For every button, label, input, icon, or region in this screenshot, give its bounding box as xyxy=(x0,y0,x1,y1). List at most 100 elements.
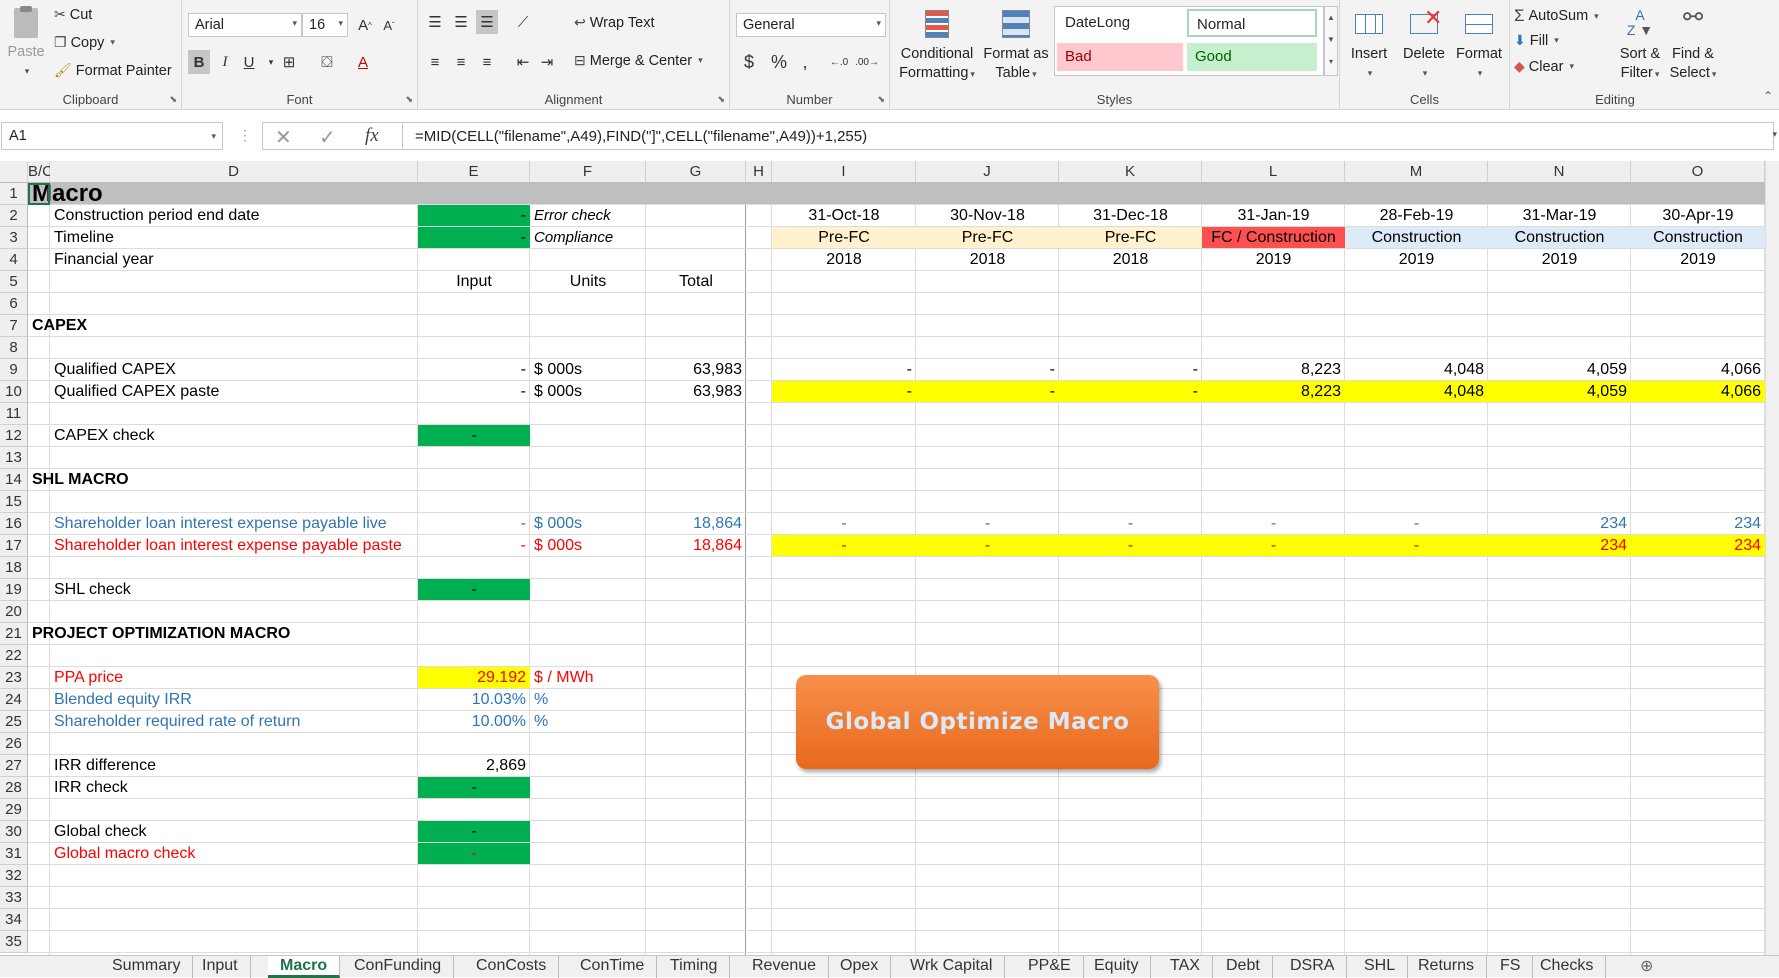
column-header[interactable]: D xyxy=(50,161,418,183)
row-header[interactable]: 27 xyxy=(0,755,28,777)
row-header[interactable]: 20 xyxy=(0,601,28,623)
fill-button[interactable]: ⬇ Fill ▾ xyxy=(1514,32,1559,49)
value-global-macro-check[interactable]: - xyxy=(418,843,530,865)
clipboard-launcher-icon[interactable]: ⬊ xyxy=(169,94,177,105)
format-button[interactable]: Format ▾ xyxy=(1452,8,1506,83)
sheet-tab[interactable]: DSRA xyxy=(1278,956,1348,978)
phase-cell[interactable]: Construction xyxy=(1488,227,1631,249)
row-header[interactable]: 34 xyxy=(0,909,28,931)
shl-paste-value[interactable]: - xyxy=(1059,535,1202,557)
orientation-icon[interactable]: ⟋ xyxy=(512,10,534,34)
shl-live-value[interactable]: - xyxy=(916,513,1059,535)
align-middle-icon[interactable]: ☰ xyxy=(450,10,472,34)
row-header[interactable]: 35 xyxy=(0,931,28,953)
align-bottom-icon[interactable]: ☰ xyxy=(476,10,498,34)
number-launcher-icon[interactable]: ⬊ xyxy=(877,94,885,105)
column-header[interactable]: K xyxy=(1059,161,1202,183)
column-header[interactable]: J xyxy=(916,161,1059,183)
number-format-select[interactable]: General ▾ xyxy=(736,13,886,37)
value-blended-irr[interactable]: 10.03% xyxy=(418,689,530,711)
total-shl-paste[interactable]: 18,864 xyxy=(646,535,746,557)
row-header[interactable]: 33 xyxy=(0,887,28,909)
format-painter-button[interactable]: 🖌 Format Painter xyxy=(54,62,172,79)
insert-function-icon[interactable]: fx xyxy=(365,125,379,147)
row-header[interactable]: 12 xyxy=(0,425,28,447)
column-header[interactable]: I xyxy=(772,161,916,183)
row-header[interactable]: 24 xyxy=(0,689,28,711)
capex-paste-value[interactable]: - xyxy=(772,381,916,403)
phase-cell[interactable]: Pre-FC xyxy=(1059,227,1202,249)
value-irr-difference[interactable]: 2,869 xyxy=(418,755,530,777)
more-options-icon[interactable]: ⋮ xyxy=(238,127,252,144)
clear-button[interactable]: ◆ Clear ▾ xyxy=(1514,58,1574,75)
currency-icon[interactable]: $ xyxy=(738,50,760,74)
row-header[interactable]: 17 xyxy=(0,535,28,557)
date-header[interactable]: 31-Mar-19 xyxy=(1488,205,1631,227)
row-header[interactable]: 4 xyxy=(0,249,28,271)
align-center-icon[interactable]: ≡ xyxy=(450,50,472,74)
sheet-tab[interactable]: Macro xyxy=(268,956,341,978)
column-header[interactable]: L xyxy=(1202,161,1345,183)
units-blended-irr[interactable]: % xyxy=(530,689,646,711)
value-shl-check[interactable]: - xyxy=(418,579,530,601)
sheet-tab[interactable]: Summary xyxy=(100,956,194,978)
label-shl-live[interactable]: Shareholder loan interest expense payabl… xyxy=(50,513,418,535)
units-ppa-price[interactable]: $ / MWh xyxy=(530,667,646,689)
year-cell[interactable]: 2019 xyxy=(1345,249,1488,271)
percent-icon[interactable]: % xyxy=(768,50,790,74)
select-all-corner[interactable] xyxy=(0,161,28,183)
input-qualified-capex[interactable]: - xyxy=(418,359,530,381)
value-required-return[interactable]: 10.00% xyxy=(418,711,530,733)
row-header[interactable]: 30 xyxy=(0,821,28,843)
align-right-icon[interactable]: ≡ xyxy=(476,50,498,74)
vertical-scrollbar[interactable] xyxy=(1765,161,1779,955)
label-ppa-price[interactable]: PPA price xyxy=(50,667,418,689)
label-qualified-capex[interactable]: Qualified CAPEX xyxy=(50,359,418,381)
sheet-tab[interactable]: PP&E xyxy=(1016,956,1084,978)
font-color-icon[interactable]: A xyxy=(352,50,374,74)
paste-button[interactable]: Paste ▾ xyxy=(4,6,48,81)
underline-button[interactable]: U xyxy=(238,50,260,74)
header-input[interactable]: Input xyxy=(418,271,530,293)
cut-button[interactable]: ✂ Cut xyxy=(54,6,92,23)
style-datelong[interactable]: DateLong xyxy=(1057,9,1183,37)
sheet-tab[interactable]: Debt xyxy=(1214,956,1273,978)
capex-value[interactable]: 4,066 xyxy=(1631,359,1765,381)
shl-paste-value[interactable]: 234 xyxy=(1488,535,1631,557)
borders-icon[interactable]: ⊞ xyxy=(278,50,300,74)
label-irr-difference[interactable]: IRR difference xyxy=(50,755,418,777)
sheet-tab[interactable]: TAX xyxy=(1158,956,1213,978)
header-units[interactable]: Units xyxy=(530,271,646,293)
worksheet-grid[interactable]: B/C D E F G H I J K L M N O 1 2 3 4 5 6 7 8 9 10 11 12 13 14 15 16 1… xyxy=(0,161,1779,955)
shl-live-value[interactable]: - xyxy=(772,513,916,535)
capex-value[interactable]: - xyxy=(772,359,916,381)
year-cell[interactable]: 2018 xyxy=(916,249,1059,271)
capex-value[interactable]: 4,059 xyxy=(1488,359,1631,381)
capex-value[interactable]: - xyxy=(916,359,1059,381)
row-header[interactable]: 16 xyxy=(0,513,28,535)
row-header[interactable]: 19 xyxy=(0,579,28,601)
units-qualified-capex[interactable]: $ 000s xyxy=(530,359,646,381)
row-header[interactable]: 13 xyxy=(0,447,28,469)
label-qualified-capex-paste[interactable]: Qualified CAPEX paste xyxy=(50,381,418,403)
value-capex-check[interactable]: - xyxy=(418,425,530,447)
row-header[interactable]: 14 xyxy=(0,469,28,491)
add-sheet-icon[interactable]: ⊕ xyxy=(1640,956,1653,976)
wrap-text-button[interactable]: ↩ Wrap Text xyxy=(574,14,654,31)
units-qualified-capex-paste[interactable]: $ 000s xyxy=(530,381,646,403)
row-header[interactable]: 28 xyxy=(0,777,28,799)
find-select-button[interactable]: ⚯ Find & Select ▾ xyxy=(1666,6,1720,84)
row-header[interactable]: 2 xyxy=(0,205,28,227)
capex-paste-value[interactable]: 4,048 xyxy=(1345,381,1488,403)
units-shl-live[interactable]: $ 000s xyxy=(530,513,646,535)
year-cell[interactable]: 2018 xyxy=(772,249,916,271)
phase-cell[interactable]: Pre-FC xyxy=(916,227,1059,249)
fill-color-icon[interactable]: ⛋ xyxy=(316,50,338,74)
row-header[interactable]: 1 xyxy=(0,183,28,205)
shl-paste-value[interactable]: - xyxy=(772,535,916,557)
value-construction-end[interactable]: - xyxy=(418,205,530,227)
units-shl-paste[interactable]: $ 000s xyxy=(530,535,646,557)
phase-cell[interactable]: Construction xyxy=(1631,227,1765,249)
enter-icon[interactable]: ✓ xyxy=(319,125,336,150)
column-header[interactable]: N xyxy=(1488,161,1631,183)
